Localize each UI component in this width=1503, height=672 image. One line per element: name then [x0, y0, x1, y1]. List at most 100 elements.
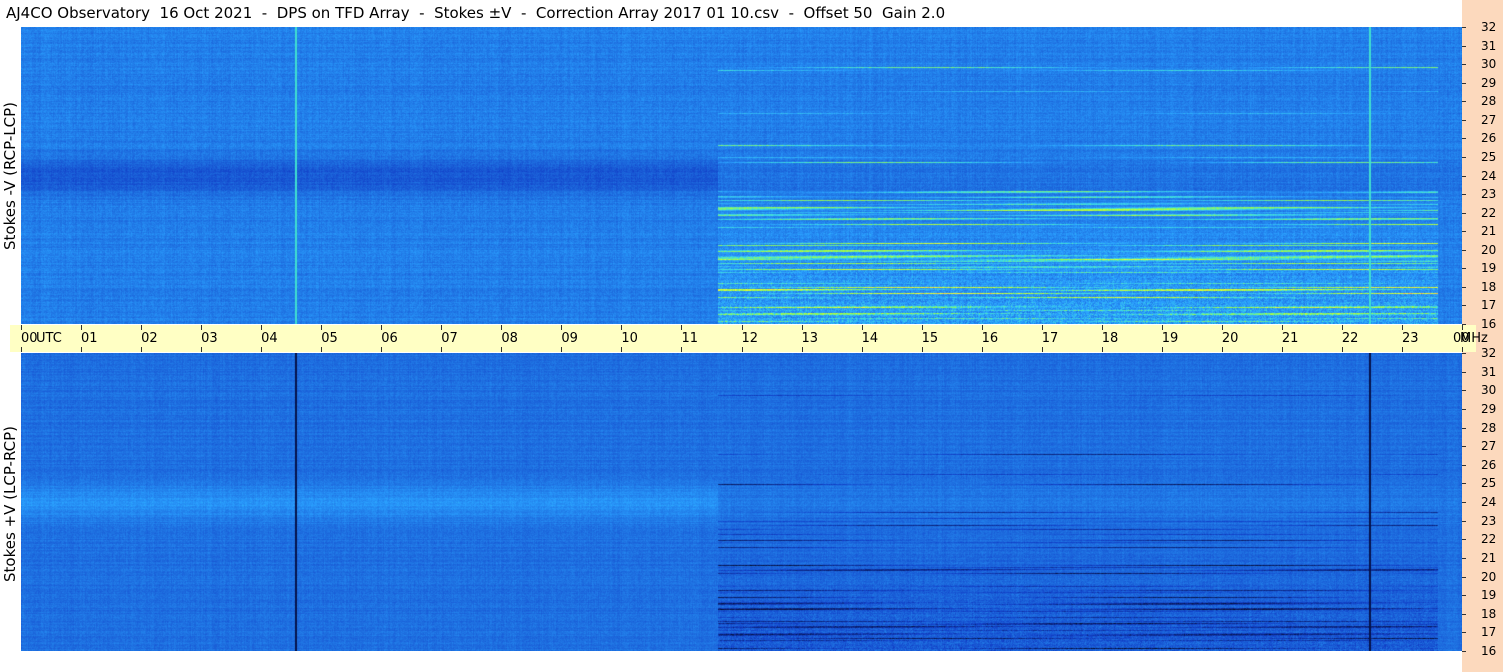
freq-tick: [1462, 249, 1466, 251]
time-tick: [261, 325, 263, 330]
time-tick: [381, 347, 383, 352]
time-tick-label: 09: [561, 331, 578, 346]
time-tick-label: 03: [201, 331, 218, 346]
time-tick-label: 15: [921, 331, 939, 346]
time-tick: [1341, 347, 1343, 352]
time-tick: [1041, 325, 1043, 330]
time-tick: [921, 347, 923, 352]
time-tick: [321, 325, 323, 330]
freq-tick: [1462, 286, 1466, 288]
time-tick: [1401, 325, 1403, 330]
time-tick-label: 05: [321, 331, 338, 346]
time-tick-label: 20: [1221, 331, 1239, 346]
mhz-unit-label: MHz: [1460, 331, 1488, 346]
time-tick: [261, 347, 263, 352]
time-tick: [561, 325, 563, 330]
chart-title: AJ4CO Observatory 16 Oct 2021 - DPS on T…: [6, 4, 946, 22]
time-tick: [1462, 325, 1463, 330]
freq-tick: [1462, 138, 1466, 140]
time-tick: [801, 325, 803, 330]
freq-tick-label: 26: [1481, 457, 1497, 472]
time-tick-label: 08: [501, 331, 518, 346]
time-tick-label: 02: [141, 331, 158, 346]
freq-tick-label: 30: [1481, 57, 1497, 72]
time-tick: [621, 347, 623, 352]
freq-tick-label: 32: [1481, 346, 1497, 360]
time-tick: [1281, 347, 1283, 352]
freq-tick: [1462, 539, 1466, 541]
freq-tick-label: 20: [1481, 569, 1497, 584]
time-tick-label: 12: [741, 331, 759, 346]
freq-tick-label: 26: [1481, 131, 1497, 146]
freq-tick-label: 17: [1481, 298, 1497, 313]
freq-tick: [1462, 324, 1466, 325]
time-tick: [1462, 347, 1463, 352]
freq-tick: [1462, 194, 1466, 196]
freq-tick-label: 24: [1481, 168, 1497, 183]
freq-tick-label: 19: [1481, 588, 1497, 603]
time-tick-label: 14: [861, 331, 879, 346]
time-tick: [741, 325, 743, 330]
time-tick: [21, 347, 22, 352]
freq-tick: [1462, 632, 1466, 634]
time-tick: [501, 325, 503, 330]
time-tick: [1281, 325, 1283, 330]
freq-tick-label: 32: [1481, 20, 1497, 34]
time-tick: [561, 347, 563, 352]
time-tick: [681, 347, 683, 352]
freq-tick: [1462, 27, 1466, 28]
time-tick: [1161, 347, 1163, 352]
time-tick: [981, 325, 983, 330]
time-tick-label: 19: [1161, 331, 1179, 346]
freq-tick-label: 22: [1481, 532, 1497, 547]
freq-tick: [1462, 408, 1466, 410]
top-panel-ylabel: Stokes -V (RCP-LCP): [1, 102, 19, 250]
freq-tick: [1462, 82, 1466, 84]
time-tick: [81, 347, 83, 352]
freq-tick: [1462, 576, 1466, 578]
bottom-panel-ylabel: Stokes +V (LCP-RCP): [1, 426, 19, 582]
freq-tick-label: 23: [1481, 187, 1497, 202]
time-tick-label: 17: [1041, 331, 1059, 346]
time-tick-label: 16: [981, 331, 999, 346]
time-tick-label: 06: [381, 331, 398, 346]
time-tick-label: 18: [1101, 331, 1119, 346]
freq-tick: [1462, 520, 1466, 522]
freq-tick-label: 19: [1481, 261, 1497, 276]
freq-tick: [1462, 231, 1466, 233]
time-tick-label: 22: [1341, 331, 1359, 346]
time-tick: [441, 347, 443, 352]
time-tick: [81, 325, 83, 330]
time-tick-label: 21: [1281, 331, 1299, 346]
freq-tick: [1462, 390, 1466, 392]
time-tick: [381, 325, 383, 330]
freq-tick: [1462, 353, 1466, 354]
freq-tick: [1462, 268, 1466, 270]
time-tick: [1101, 325, 1103, 330]
freq-tick-label: 17: [1481, 625, 1497, 640]
freq-tick-label: 21: [1481, 550, 1497, 565]
time-tick: [741, 347, 743, 352]
time-tick: [681, 325, 683, 330]
time-tick: [201, 325, 203, 330]
freq-tick: [1462, 651, 1466, 652]
freq-tick: [1462, 101, 1466, 103]
freq-tick-label: 18: [1481, 606, 1497, 621]
time-tick: [1221, 325, 1223, 330]
freq-tick-label: 23: [1481, 513, 1497, 528]
freq-tick-label: 25: [1481, 476, 1497, 491]
time-tick: [1101, 347, 1103, 352]
time-tick-label: 13: [801, 331, 819, 346]
time-tick-label: 10: [621, 331, 638, 346]
freq-tick-label: 22: [1481, 205, 1497, 220]
time-tick: [441, 325, 443, 330]
freq-tick: [1462, 557, 1466, 559]
time-axis: 00 01 02 03 04 05 06 07 08 09 10 11 12 13 14 15 16 17 18 19…: [10, 325, 1488, 352]
freq-tick-label: 27: [1481, 112, 1497, 127]
bottom-spectrogram: [21, 353, 1462, 651]
freq-tick: [1462, 64, 1466, 66]
freq-tick: [1462, 483, 1466, 485]
freq-tick-label: 20: [1481, 242, 1497, 257]
freq-tick: [1462, 305, 1466, 307]
freq-tick-label: 31: [1481, 364, 1497, 379]
